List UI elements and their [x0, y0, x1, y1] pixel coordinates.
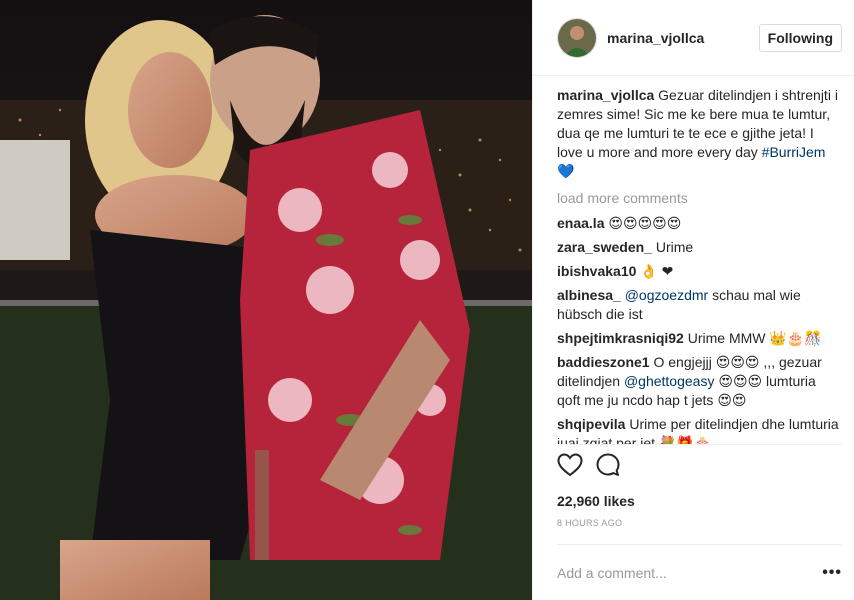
instagram-post: marina_vjollca Following marina_vjollca … [0, 0, 854, 600]
post-photo[interactable] [0, 0, 532, 600]
blue-heart-icon: 💙 [557, 163, 575, 179]
comment-username[interactable]: zara_sweden_ [557, 239, 652, 255]
post-header: marina_vjollca Following [533, 0, 854, 76]
add-comment-input[interactable] [557, 564, 797, 581]
comment-mention-link[interactable]: @ghettogeasy [624, 373, 715, 389]
comment-text: Urime MMW 👑🎂🎊 [687, 330, 822, 346]
comment-row: zara_sweden_ Urime [557, 238, 840, 257]
comment-mention-link[interactable]: @ogzoezdmr [625, 287, 708, 303]
following-button[interactable]: Following [758, 23, 842, 52]
avatar[interactable] [557, 17, 597, 58]
comment-row: shqipevila Urime per ditelindjen dhe lum… [557, 415, 840, 444]
load-more-comments-link[interactable]: load more comments [557, 189, 840, 208]
likes-count[interactable]: 22,960 likes [557, 493, 842, 509]
more-options-icon[interactable]: ••• [822, 564, 842, 582]
header-username[interactable]: marina_vjollca [607, 30, 759, 46]
caption-hashtag[interactable]: #BurriJem [762, 144, 826, 160]
comment-row: enaa.la 😍😍😍😍😍 [557, 214, 840, 233]
comment-username[interactable]: enaa.la [557, 215, 604, 231]
comment-username[interactable]: albinesa_ [557, 287, 621, 303]
comment-text: 😍😍😍😍😍 [608, 215, 682, 231]
post-actions: 22,960 likes 8 HOURS AGO [557, 444, 842, 544]
caption-author[interactable]: marina_vjollca [557, 87, 654, 103]
comment-text: Urime [655, 239, 694, 255]
comment-icon[interactable] [595, 452, 621, 483]
comment-username[interactable]: baddieszone1 [557, 354, 650, 370]
comment-username[interactable]: shqipevila [557, 416, 625, 432]
post-timestamp: 8 HOURS AGO [557, 518, 623, 528]
comment-username[interactable]: ibishvaka10 [557, 263, 636, 279]
comment-username[interactable]: shpejtimkrasniqi92 [557, 330, 684, 346]
comment-row: albinesa_ @ogzoezdmr schau mal wie hübsc… [557, 286, 840, 324]
comment-row: baddieszone1 O engjejjj 😍😍😍 ,,, gezuar d… [557, 353, 840, 410]
comment-text: 👌 ❤ [640, 263, 674, 279]
comments-list: marina_vjollca Gezuar ditelindjen i shtr… [533, 76, 854, 444]
caption: marina_vjollca Gezuar ditelindjen i shtr… [557, 86, 840, 181]
heart-icon[interactable] [557, 452, 583, 482]
comment-row: shpejtimkrasniqi92 Urime MMW 👑🎂🎊 [557, 329, 840, 348]
add-comment-bar: ••• [557, 544, 842, 600]
post-sidebar: marina_vjollca Following marina_vjollca … [532, 0, 854, 600]
comment-row: ibishvaka10 👌 ❤ [557, 262, 840, 281]
